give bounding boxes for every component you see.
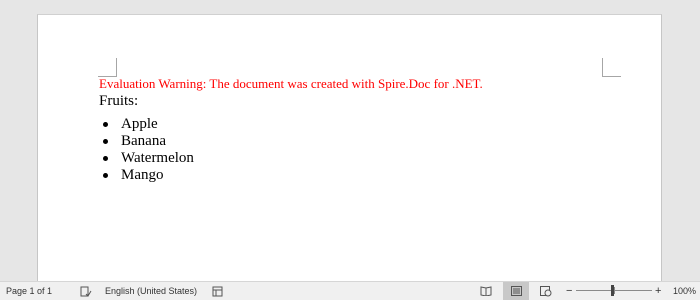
- print-layout-icon: [510, 286, 522, 296]
- list-item-text: Watermelon: [121, 150, 194, 166]
- status-bar: Page 1 of 1 English (United States) − + …: [0, 281, 700, 300]
- print-layout-button[interactable]: [503, 282, 529, 300]
- list-item: Banana: [99, 133, 599, 150]
- list-item: Mango: [99, 167, 599, 184]
- read-mode-icon: [480, 286, 492, 296]
- bullet-icon: [103, 156, 108, 161]
- bullet-icon: [103, 122, 108, 127]
- web-layout-icon: [540, 285, 552, 296]
- list-item-text: Mango: [121, 167, 164, 183]
- zoom-out-button[interactable]: −: [566, 282, 572, 300]
- bullet-icon: [103, 139, 108, 144]
- macro-icon[interactable]: [212, 282, 223, 300]
- zoom-slider-thumb[interactable]: [611, 285, 614, 296]
- fruit-list: Apple Banana Watermelon Mango: [99, 116, 599, 184]
- list-item-text: Banana: [121, 133, 166, 149]
- proofing-icon[interactable]: [80, 282, 92, 300]
- read-mode-button[interactable]: [473, 282, 499, 300]
- zoom-slider-center-mark: [614, 287, 615, 294]
- evaluation-warning: Evaluation Warning: The document was cre…: [99, 76, 483, 91]
- list-item: Watermelon: [99, 150, 599, 167]
- web-layout-button[interactable]: [533, 282, 559, 300]
- list-heading: Fruits:: [99, 93, 139, 109]
- list-item-text: Apple: [121, 116, 158, 132]
- zoom-level[interactable]: 100%: [673, 282, 696, 300]
- crop-mark-top-right: [602, 58, 621, 77]
- list-item: Apple: [99, 116, 599, 133]
- language-indicator[interactable]: English (United States): [105, 282, 197, 300]
- crop-mark-top-left: [98, 58, 117, 77]
- zoom-in-button[interactable]: +: [655, 282, 661, 300]
- document-content[interactable]: Evaluation Warning: The document was cre…: [99, 76, 599, 184]
- document-page[interactable]: Evaluation Warning: The document was cre…: [37, 14, 662, 281]
- bullet-icon: [103, 173, 108, 178]
- page-number-indicator[interactable]: Page 1 of 1: [6, 282, 52, 300]
